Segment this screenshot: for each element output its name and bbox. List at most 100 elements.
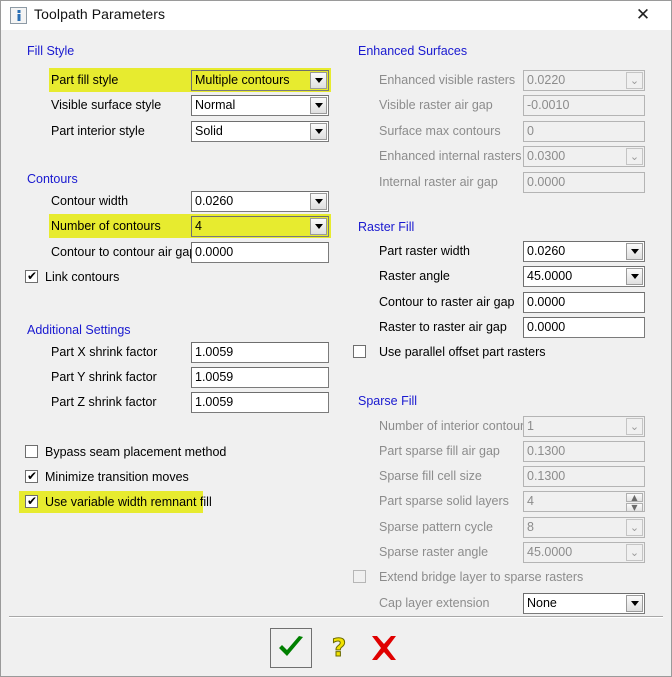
text-input-part-x-shrink-factor[interactable]: 1.0059 [191,342,329,363]
field-row-sparse-pattern-cycle: Sparse pattern cycle 8 ⌄ [379,517,645,539]
group-title-enhanced-surfaces: Enhanced Surfaces [358,44,468,58]
field-row-part-y-shrink-factor: Part Y shrink factor 1.0059 [51,367,329,389]
dropdown-visible-surface-style[interactable]: Normal [191,95,329,116]
text-input-part-sparse-fill-air-gap[interactable]: 0.1300 [523,441,645,462]
footer-separator [9,616,663,618]
dropdown-enhanced-internal-rasters[interactable]: 0.0300 ⌄ [523,146,645,167]
checkbox-box[interactable] [25,445,38,458]
dropdown-enhanced-visible-rasters[interactable]: 0.0220 ⌄ [523,70,645,91]
dropdown-raster-angle[interactable]: 45.0000 [523,266,645,287]
field-label: Part sparse fill air gap [379,444,500,458]
field-row-surface-max-contours: Surface max contours 0 [379,121,645,143]
chevron-down-icon[interactable] [310,123,327,140]
field-label: Internal raster air gap [379,175,498,189]
chevron-down-icon[interactable]: ⌄ [626,148,643,165]
dropdown-part-fill-style[interactable]: Multiple contours [191,70,329,91]
text-input-internal-raster-air-gap[interactable]: 0.0000 [523,172,645,193]
field-row-part-z-shrink-factor: Part Z shrink factor 1.0059 [51,392,329,414]
checkmark-icon [279,636,303,656]
info-icon [10,7,27,24]
field-label: Visible surface style [51,98,162,112]
field-value: None [527,596,557,610]
checkbox-link-contours[interactable]: ✔ Link contours [25,268,285,288]
checkbox-extend-bridge-layer-to-sparse-rasters[interactable]: Extend bridge layer to sparse rasters [353,568,613,588]
checkbox-box[interactable]: ✔ [25,270,38,283]
field-label: Raster angle [379,269,450,283]
dropdown-number-of-interior-contours[interactable]: 1 ⌄ [523,416,645,437]
chevron-down-icon[interactable] [310,97,327,114]
field-value: 45.0000 [527,545,573,559]
field-label: Part X shrink factor [51,345,158,359]
chevron-down-icon[interactable] [310,72,327,89]
text-input-contour-to-raster-air-gap[interactable]: 0.0000 [523,292,645,313]
checkbox-box[interactable] [353,570,366,583]
field-label: Sparse pattern cycle [379,520,493,534]
ok-button[interactable] [270,628,312,668]
checkbox-box[interactable]: ✔ [25,495,38,508]
dropdown-sparse-pattern-cycle[interactable]: 8 ⌄ [523,517,645,538]
checkbox-use-parallel-offset-part-rasters[interactable]: Use parallel offset part rasters [353,343,613,363]
text-input-surface-max-contours[interactable]: 0 [523,121,645,142]
checkbox-box[interactable] [353,345,366,358]
field-label: Part interior style [51,124,145,138]
field-row-part-raster-width: Part raster width 0.0260 [379,241,645,263]
field-row-sparse-raster-angle: Sparse raster angle 45.0000 ⌄ [379,542,645,564]
chevron-down-icon[interactable]: ⌄ [626,72,643,89]
group-title-sparse-fill: Sparse Fill [358,394,418,408]
field-value: 0.0220 [527,73,566,87]
field-row-number-of-interior-contours: Number of interior contours 1 ⌄ [379,416,645,438]
spinner-part-sparse-solid-layers[interactable]: 4 ▲ ▼ [523,491,645,512]
chevron-down-icon[interactable]: ⌄ [626,544,643,561]
chevron-down-icon[interactable] [626,268,643,285]
checkmark-icon: ✔ [27,494,38,508]
chevron-down-icon[interactable] [626,595,643,612]
cancel-button[interactable] [363,628,405,668]
chevron-down-icon[interactable]: ⌄ [626,519,643,536]
spinner-down-icon[interactable]: ▼ [626,503,643,512]
field-label: Number of contours [51,219,161,233]
field-value: 4 [195,219,202,233]
dropdown-part-interior-style[interactable]: Solid [191,121,329,142]
svg-text:?: ? [332,633,347,662]
spinner-up-icon[interactable]: ▲ [626,493,643,502]
dropdown-cap-layer-extension[interactable]: None [523,593,645,614]
field-row-number-of-contours: Number of contours 4 [51,216,329,238]
chevron-down-icon[interactable] [310,218,327,235]
text-input-part-z-shrink-factor[interactable]: 1.0059 [191,392,329,413]
chevron-down-icon[interactable] [626,243,643,260]
checkbox-label: Use variable width remnant fill [45,495,212,509]
field-value: 0.0300 [527,149,566,163]
close-icon[interactable]: ✕ [621,1,665,30]
field-label: Number of interior contours [379,419,531,433]
text-input-raster-to-raster-air-gap[interactable]: 0.0000 [523,317,645,338]
dropdown-contour-width[interactable]: 0.0260 [191,191,329,212]
text-input-visible-raster-air-gap[interactable]: -0.0010 [523,95,645,116]
checkbox-use-variable-width-remnant-fill[interactable]: ✔ Use variable width remnant fill [25,493,285,513]
chevron-down-icon[interactable] [310,193,327,210]
dropdown-part-raster-width[interactable]: 0.0260 [523,241,645,262]
field-row-sparse-fill-cell-size: Sparse fill cell size 0.1300 [379,466,645,488]
checkbox-bypass-seam-placement-method[interactable]: Bypass seam placement method [25,443,285,463]
dialog-content: Fill Style Part fill style Multiple contou… [1,30,671,676]
checkbox-label: Use parallel offset part rasters [379,345,546,359]
dropdown-sparse-raster-angle[interactable]: 45.0000 ⌄ [523,542,645,563]
field-row-part-sparse-solid-layers: Part sparse solid layers 4 ▲ ▼ [379,491,645,513]
help-button[interactable]: ? [321,628,357,668]
field-row-visible-surface-style: Visible surface style Normal [51,95,329,117]
checkbox-label: Extend bridge layer to sparse rasters [379,570,584,584]
text-input-contour-to-contour-air-gap[interactable]: 0.0000 [191,242,329,263]
checkbox-box[interactable]: ✔ [25,470,38,483]
checkbox-label: Link contours [45,270,120,284]
field-value: Multiple contours [195,73,290,87]
field-row-part-fill-style: Part fill style Multiple contours [51,70,329,92]
field-label: Contour to raster air gap [379,295,515,309]
x-mark-icon [372,636,396,660]
chevron-down-icon[interactable]: ⌄ [626,418,643,435]
dropdown-number-of-contours[interactable]: 4 [191,216,329,237]
field-row-visible-raster-air-gap: Visible raster air gap -0.0010 [379,95,645,117]
checkbox-minimize-transition-moves[interactable]: ✔ Minimize transition moves [25,468,285,488]
field-row-part-interior-style: Part interior style Solid [51,121,329,143]
text-input-part-y-shrink-factor[interactable]: 1.0059 [191,367,329,388]
text-input-sparse-fill-cell-size[interactable]: 0.1300 [523,466,645,487]
spinner-arrows-icon[interactable]: ▲ ▼ [626,493,643,512]
